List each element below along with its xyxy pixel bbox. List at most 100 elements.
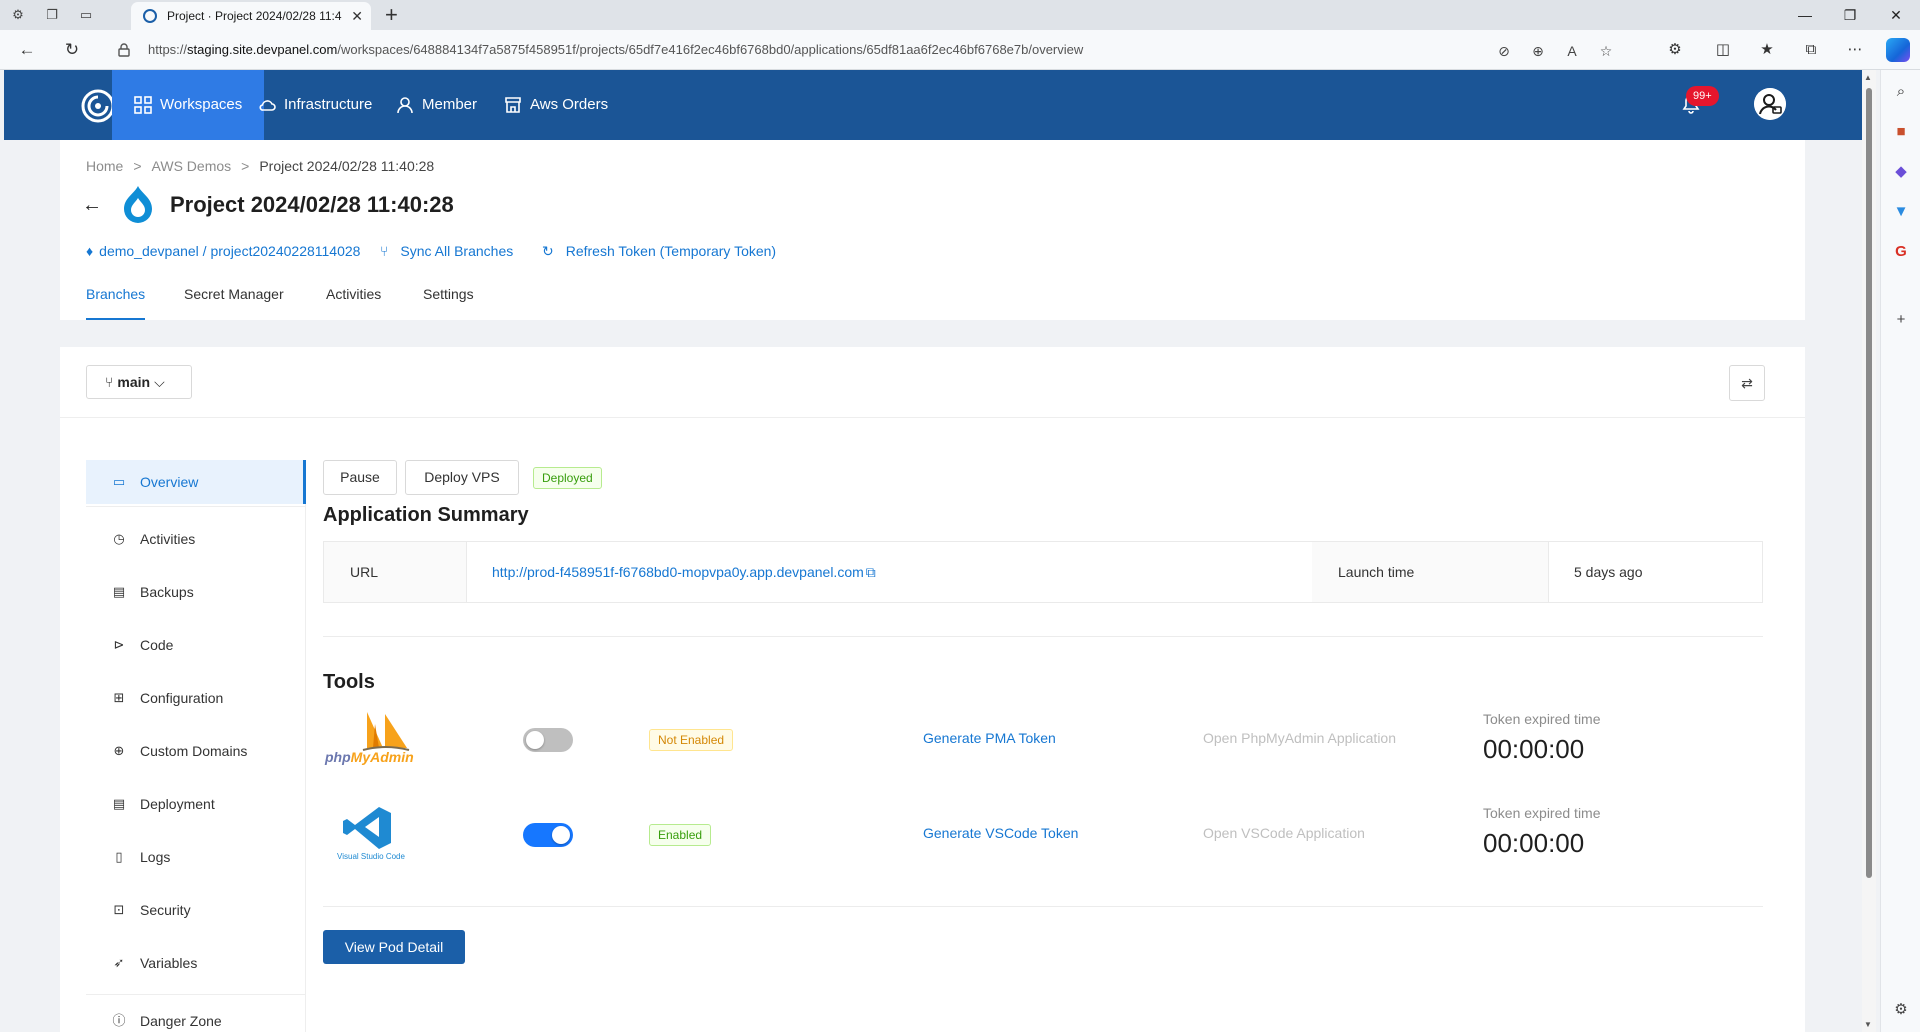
sidebar-item-custom-domains[interactable]: ⊕ Custom Domains bbox=[86, 729, 306, 773]
tool-row-vscode: Visual Studio Code Enabled Generate VSCo… bbox=[323, 805, 1763, 905]
browser-address-bar: ← ↻ https://staging.site.devpanel.com/wo… bbox=[0, 30, 1920, 70]
sidebar-item-label: Logs bbox=[140, 849, 171, 865]
vscode-logo-icon: Visual Studio Code bbox=[337, 807, 405, 861]
office-icon[interactable]: ◆ bbox=[1891, 162, 1911, 182]
breadcrumb-home[interactable]: Home bbox=[86, 158, 123, 174]
page-title: Project 2024/02/28 11:40:28 bbox=[170, 192, 454, 217]
tab-settings[interactable]: Settings bbox=[423, 286, 474, 320]
branch-selected-label: main bbox=[117, 374, 151, 390]
app-sidebar-menu: ▭ Overview ◷ Activities ▤ Backups ⊳ Code ⊞ Co… bbox=[86, 460, 306, 1032]
sidebar-item-logs[interactable]: ▯ Logs bbox=[86, 835, 306, 879]
workspaces-icon[interactable]: ❐ bbox=[42, 5, 62, 25]
deploy-vps-button[interactable]: Deploy VPS bbox=[405, 460, 519, 495]
branch-overview-card: ⑂ main ⌵ ⇄ ▭ Overview ◷ Activities ▤ Backups … bbox=[60, 347, 1805, 1032]
generate-pma-token-link[interactable]: Generate PMA Token bbox=[923, 730, 1056, 746]
generate-vscode-token-link[interactable]: Generate VSCode Token bbox=[923, 825, 1078, 841]
sync-branches-link[interactable]: ⑂ Sync All Branches bbox=[380, 243, 513, 259]
app-url-text: http://prod-f458951f-f6768bd0-mopvpa0y.a… bbox=[492, 564, 864, 580]
tools-icon[interactable]: ■ bbox=[1891, 122, 1911, 142]
tab-close-icon[interactable]: ✕ bbox=[351, 2, 363, 30]
split-screen-icon[interactable]: ◫ bbox=[1712, 39, 1734, 61]
sidebar-item-label: Deployment bbox=[140, 796, 215, 812]
branch-select[interactable]: ⑂ main ⌵ bbox=[86, 365, 192, 399]
search-icon[interactable]: ⌕ bbox=[1891, 82, 1911, 102]
read-aloud-icon[interactable]: A bbox=[1562, 41, 1582, 61]
reload-icon[interactable]: ↻ bbox=[61, 39, 83, 61]
repo-link-label: demo_devpanel / project20240228114028 bbox=[99, 243, 361, 259]
cloud-icon bbox=[259, 100, 276, 111]
token-expired-value: 00:00:00 bbox=[1483, 734, 1585, 764]
back-arrow-icon[interactable]: ← bbox=[82, 194, 102, 217]
vscode-logo-text: Visual Studio Code bbox=[337, 852, 405, 861]
tracking-icon[interactable]: ⊘ bbox=[1494, 41, 1514, 61]
scrollbar-thumb[interactable] bbox=[1866, 88, 1872, 878]
token-expired-label: Token expired time bbox=[1483, 711, 1601, 727]
divider bbox=[323, 906, 1763, 907]
sidebar-item-configuration[interactable]: ⊞ Configuration bbox=[86, 676, 306, 720]
refresh-branch-button[interactable]: ⇄ bbox=[1729, 365, 1765, 401]
collections-icon[interactable]: ⧉ bbox=[1800, 39, 1822, 61]
browser-tab[interactable]: Project · Project 2024/02/28 11:4 ✕ bbox=[131, 2, 371, 30]
restore-icon[interactable]: ❐ bbox=[1830, 4, 1870, 26]
tab-activities[interactable]: Activities bbox=[326, 286, 381, 320]
extensions-icon[interactable]: ⚙ bbox=[1664, 39, 1686, 61]
vscode-toggle[interactable] bbox=[523, 823, 573, 847]
minimize-icon[interactable]: — bbox=[1785, 4, 1825, 26]
pause-button[interactable]: Pause bbox=[323, 460, 397, 495]
sidebar-item-deployment[interactable]: ▤ Deployment bbox=[86, 782, 306, 826]
back-icon[interactable]: ← bbox=[16, 39, 38, 61]
sidebar-item-activities[interactable]: ◷ Activities bbox=[86, 517, 306, 561]
view-pod-detail-button[interactable]: View Pod Detail bbox=[323, 930, 465, 964]
nav-infrastructure[interactable]: Infrastructure bbox=[236, 70, 394, 140]
favorites-icon[interactable]: ★ bbox=[1756, 39, 1778, 61]
zoom-icon[interactable]: ⊕ bbox=[1528, 41, 1548, 61]
open-phpmyadmin-link[interactable]: Open PhpMyAdmin Application bbox=[1203, 730, 1396, 746]
sidebar-item-backups[interactable]: ▤ Backups bbox=[86, 570, 306, 614]
sidebar-item-label: Danger Zone bbox=[140, 1013, 222, 1029]
refresh-token-link[interactable]: ↻ Refresh Token (Temporary Token) bbox=[542, 243, 776, 260]
token-expired-label: Token expired time bbox=[1483, 805, 1601, 821]
branch-icon: ⑂ bbox=[380, 243, 389, 259]
close-window-icon[interactable]: ✕ bbox=[1876, 4, 1916, 26]
tool-row-phpmyadmin: phpMyAdmin Not Enabled Generate PMA Toke… bbox=[323, 710, 1763, 810]
sync-branches-label: Sync All Branches bbox=[400, 243, 514, 259]
warning-circle-icon: ⓘ bbox=[112, 1013, 126, 1028]
more-menu-icon[interactable]: ⋯ bbox=[1844, 39, 1866, 61]
page-scrollbar[interactable]: ▲ ▼ bbox=[1862, 70, 1876, 1032]
settings-gear-icon[interactable]: ⚙ bbox=[1891, 1000, 1911, 1020]
add-icon[interactable]: + bbox=[1891, 310, 1911, 330]
favorite-star-icon[interactable]: ☆ bbox=[1596, 41, 1616, 61]
sidebar-item-danger-zone[interactable]: ⓘ Danger Zone bbox=[86, 999, 306, 1032]
phpmyadmin-toggle[interactable] bbox=[523, 728, 573, 752]
google-icon[interactable]: G bbox=[1891, 242, 1911, 262]
chevron-down-icon: ⌵ bbox=[154, 374, 165, 390]
sidebar-item-variables[interactable]: ➶ Variables bbox=[86, 941, 306, 985]
profile-icon[interactable]: ⚙ bbox=[8, 5, 28, 25]
avatar[interactable] bbox=[1754, 88, 1786, 120]
app-header: Workspaces Infrastructure Member Aws Ord… bbox=[4, 70, 1862, 140]
nav-aws-orders[interactable]: Aws Orders bbox=[482, 70, 630, 140]
open-vscode-link[interactable]: Open VSCode Application bbox=[1203, 825, 1365, 841]
breadcrumb-workspace[interactable]: AWS Demos bbox=[152, 158, 232, 174]
url-field[interactable]: https://staging.site.devpanel.com/worksp… bbox=[108, 35, 1618, 65]
sidebar-item-security[interactable]: ⊡ Security bbox=[86, 888, 306, 932]
tab-actions-icon[interactable]: ▭ bbox=[76, 5, 96, 25]
copilot-icon[interactable] bbox=[1886, 38, 1910, 62]
new-tab-icon[interactable]: + bbox=[385, 2, 398, 28]
sidebar-item-code[interactable]: ⊳ Code bbox=[86, 623, 306, 667]
sidebar-item-label: Custom Domains bbox=[140, 743, 248, 759]
tab-branches[interactable]: Branches bbox=[86, 286, 146, 320]
repo-link[interactable]: ♦ demo_devpanel / project20240228114028 bbox=[86, 243, 360, 259]
outlook-icon[interactable]: ▼ bbox=[1891, 202, 1911, 222]
devpanel-logo-icon[interactable] bbox=[80, 88, 116, 124]
tab-secret-manager[interactable]: Secret Manager bbox=[184, 286, 284, 320]
nav-label: Infrastructure bbox=[284, 96, 373, 113]
sidebar-item-overview[interactable]: ▭ Overview bbox=[86, 460, 306, 504]
app-url-link[interactable]: http://prod-f458951f-f6768bd0-mopvpa0y.a… bbox=[466, 542, 1312, 602]
url-text: https://staging.site.devpanel.com/worksp… bbox=[148, 42, 1084, 57]
refresh-token-label: Refresh Token (Temporary Token) bbox=[565, 243, 777, 259]
token-expired-value: 00:00:00 bbox=[1483, 828, 1585, 858]
sidebar-item-label: Variables bbox=[140, 955, 198, 971]
status-badge: Deployed bbox=[533, 467, 602, 489]
nav-member[interactable]: Member bbox=[374, 70, 499, 140]
